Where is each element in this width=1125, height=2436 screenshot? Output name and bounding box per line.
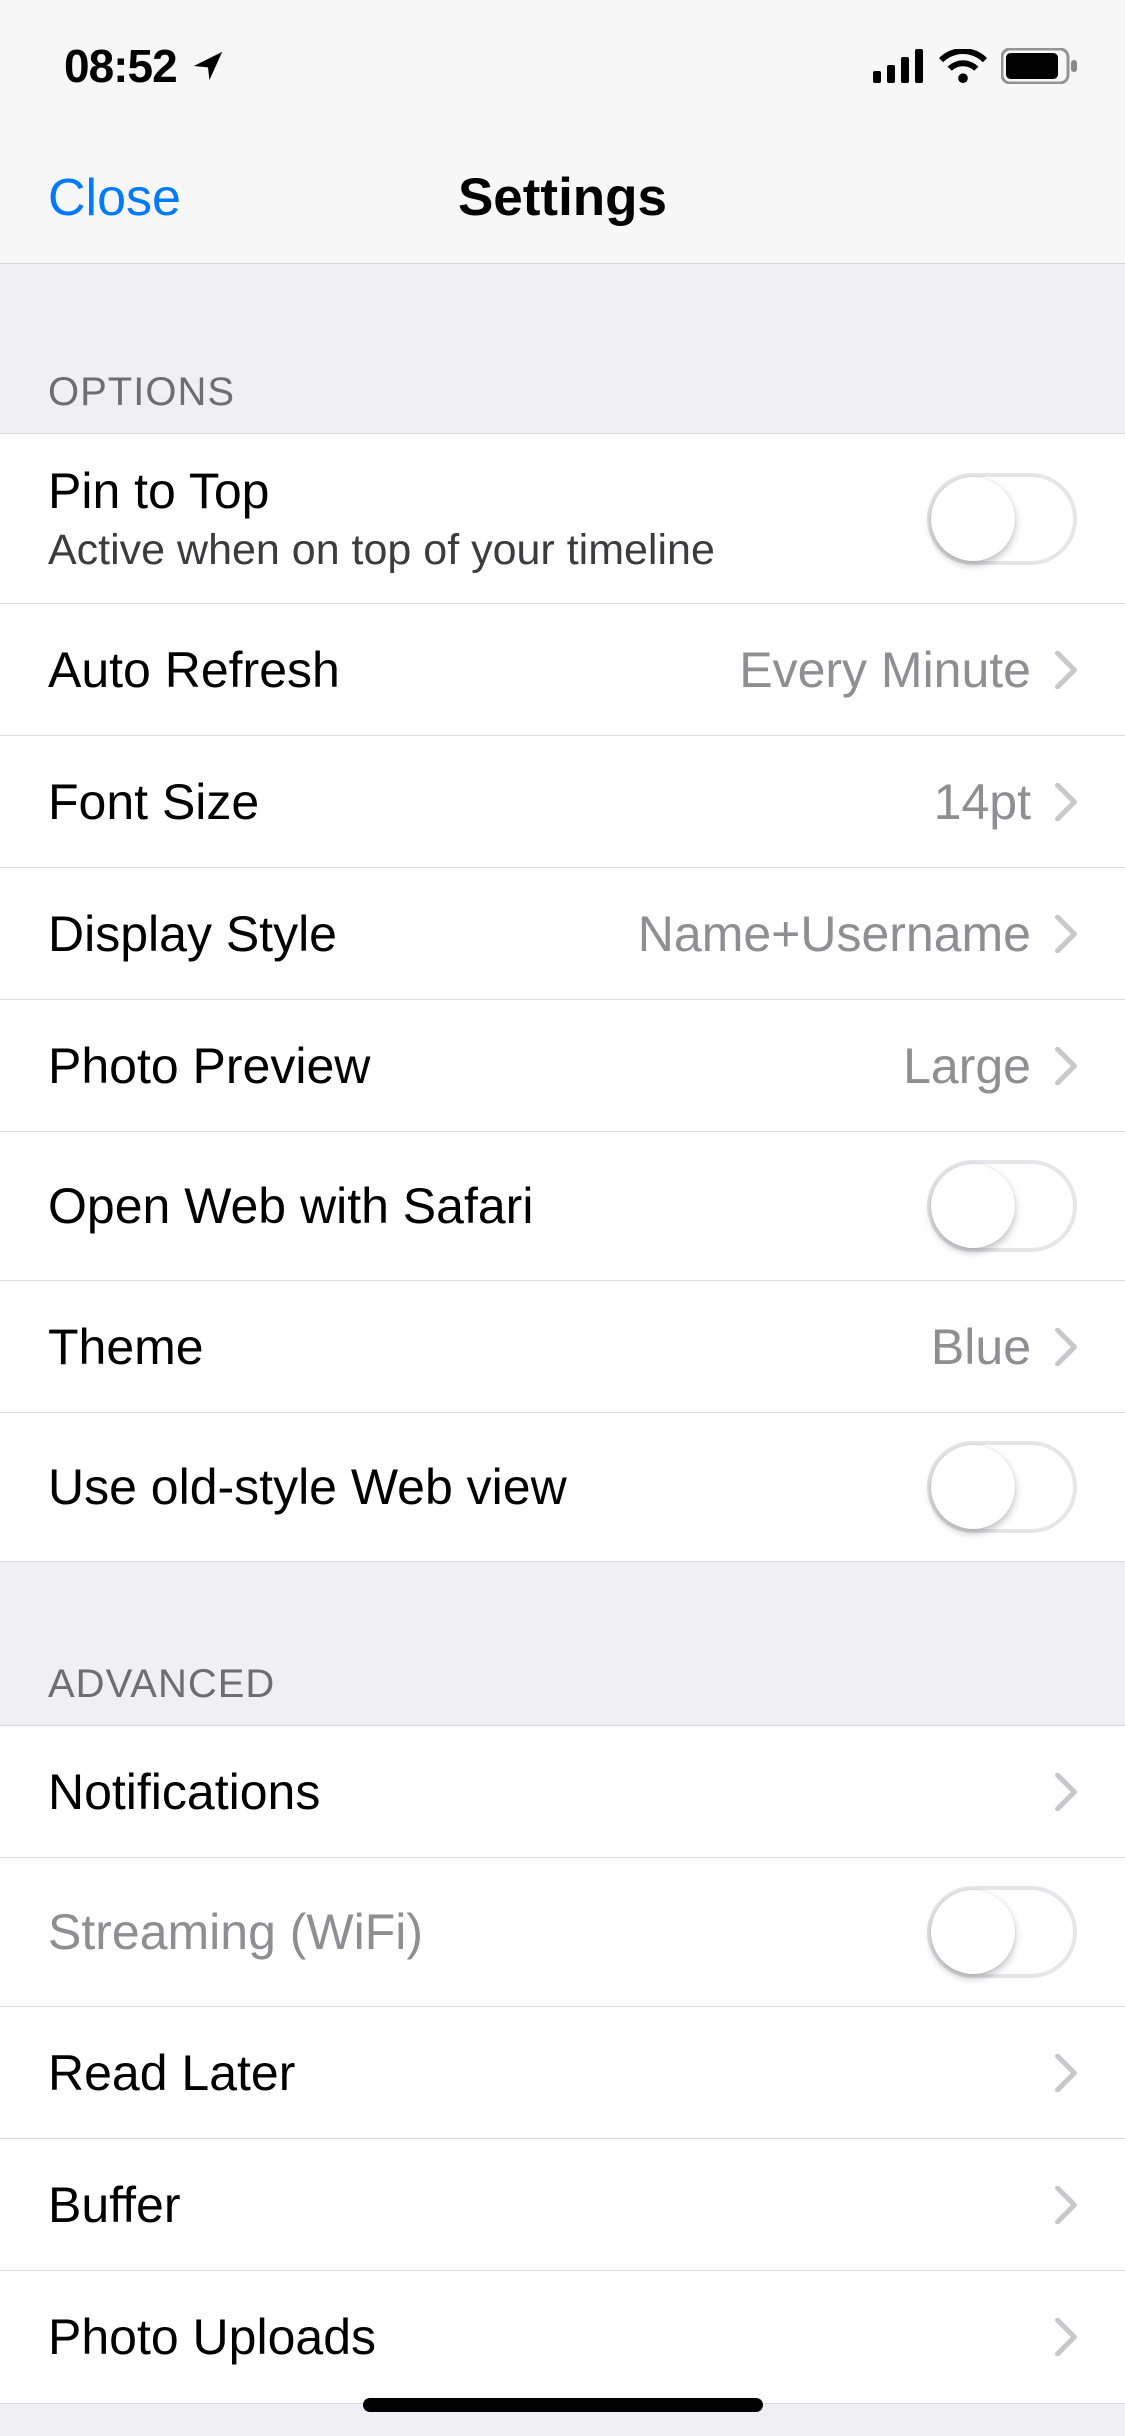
chevron-right-icon (1055, 783, 1077, 821)
row-label: Photo Preview (48, 1037, 879, 1095)
row-font-size[interactable]: Font Size 14pt (0, 736, 1125, 868)
chevron-right-icon (1055, 1773, 1077, 1811)
row-pin-to-top[interactable]: Pin to Top Active when on top of your ti… (0, 434, 1125, 604)
chevron-right-icon (1055, 2318, 1077, 2356)
status-time: 08:52 (64, 39, 177, 93)
cellular-icon (873, 49, 925, 83)
row-label-block: Open Web with Safari (48, 1177, 903, 1235)
row-read-later[interactable]: Read Later (0, 2007, 1125, 2139)
row-label: Font Size (48, 773, 910, 831)
chevron-right-icon (1055, 2186, 1077, 2224)
row-open-web-safari[interactable]: Open Web with Safari (0, 1132, 1125, 1281)
row-label-block: Streaming (WiFi) (48, 1903, 903, 1961)
row-label: Open Web with Safari (48, 1177, 903, 1235)
status-bar: 08:52 (0, 0, 1125, 132)
chevron-right-icon (1055, 2054, 1077, 2092)
row-theme[interactable]: Theme Blue (0, 1281, 1125, 1413)
row-value: 14pt (934, 773, 1031, 831)
row-notifications[interactable]: Notifications (0, 1726, 1125, 1858)
status-right (873, 48, 1077, 84)
switch-old-webview[interactable] (927, 1441, 1077, 1533)
row-label: Use old-style Web view (48, 1458, 903, 1516)
location-icon (191, 49, 225, 83)
row-label-block: Pin to Top Active when on top of your ti… (48, 462, 903, 575)
row-value: Large (903, 1037, 1031, 1095)
section-header-options: OPTIONS (0, 264, 1125, 433)
row-old-webview[interactable]: Use old-style Web view (0, 1413, 1125, 1561)
status-left: 08:52 (64, 39, 225, 93)
row-label-block: Use old-style Web view (48, 1458, 903, 1516)
home-indicator[interactable] (363, 2398, 763, 2412)
row-label-block: Read Later (48, 2044, 1031, 2102)
row-buffer[interactable]: Buffer (0, 2139, 1125, 2271)
chevron-right-icon (1055, 651, 1077, 689)
row-label-block: Buffer (48, 2176, 1031, 2234)
chevron-right-icon (1055, 1047, 1077, 1085)
row-photo-preview[interactable]: Photo Preview Large (0, 1000, 1125, 1132)
switch-open-web-safari[interactable] (927, 1160, 1077, 1252)
chevron-right-icon (1055, 1328, 1077, 1366)
close-button[interactable]: Close (48, 168, 181, 228)
row-label: Display Style (48, 905, 614, 963)
row-photo-uploads[interactable]: Photo Uploads (0, 2271, 1125, 2403)
switch-streaming[interactable] (927, 1886, 1077, 1978)
row-value: Blue (931, 1318, 1031, 1376)
row-label: Buffer (48, 2176, 1031, 2234)
switch-knob (931, 1445, 1015, 1529)
row-label-block: Theme (48, 1318, 907, 1376)
section-options: Pin to Top Active when on top of your ti… (0, 433, 1125, 1562)
wifi-icon (939, 49, 987, 83)
switch-knob (931, 477, 1015, 561)
row-label-block: Font Size (48, 773, 910, 831)
row-streaming[interactable]: Streaming (WiFi) (0, 1858, 1125, 2007)
row-auto-refresh[interactable]: Auto Refresh Every Minute (0, 604, 1125, 736)
row-value: Name+Username (638, 905, 1031, 963)
row-label-block: Display Style (48, 905, 614, 963)
switch-knob (931, 1164, 1015, 1248)
switch-knob (931, 1890, 1015, 1974)
row-subtitle: Active when on top of your timeline (48, 526, 903, 575)
row-label: Notifications (48, 1763, 1031, 1821)
row-label: Streaming (WiFi) (48, 1903, 903, 1961)
row-label-block: Auto Refresh (48, 641, 715, 699)
row-label: Photo Uploads (48, 2308, 1031, 2366)
row-display-style[interactable]: Display Style Name+Username (0, 868, 1125, 1000)
battery-icon (1001, 48, 1077, 84)
row-label-block: Notifications (48, 1763, 1031, 1821)
row-label-block: Photo Uploads (48, 2308, 1031, 2366)
row-label: Auto Refresh (48, 641, 715, 699)
chevron-right-icon (1055, 915, 1077, 953)
row-label: Theme (48, 1318, 907, 1376)
row-label: Pin to Top (48, 462, 903, 520)
row-value: Every Minute (739, 641, 1031, 699)
section-header-advanced: ADVANCED (0, 1562, 1125, 1725)
section-advanced: Notifications Streaming (WiFi) Read Late… (0, 1725, 1125, 2404)
nav-bar: Close Settings (0, 132, 1125, 264)
row-label-block: Photo Preview (48, 1037, 879, 1095)
switch-pin-to-top[interactable] (927, 473, 1077, 565)
row-label: Read Later (48, 2044, 1031, 2102)
